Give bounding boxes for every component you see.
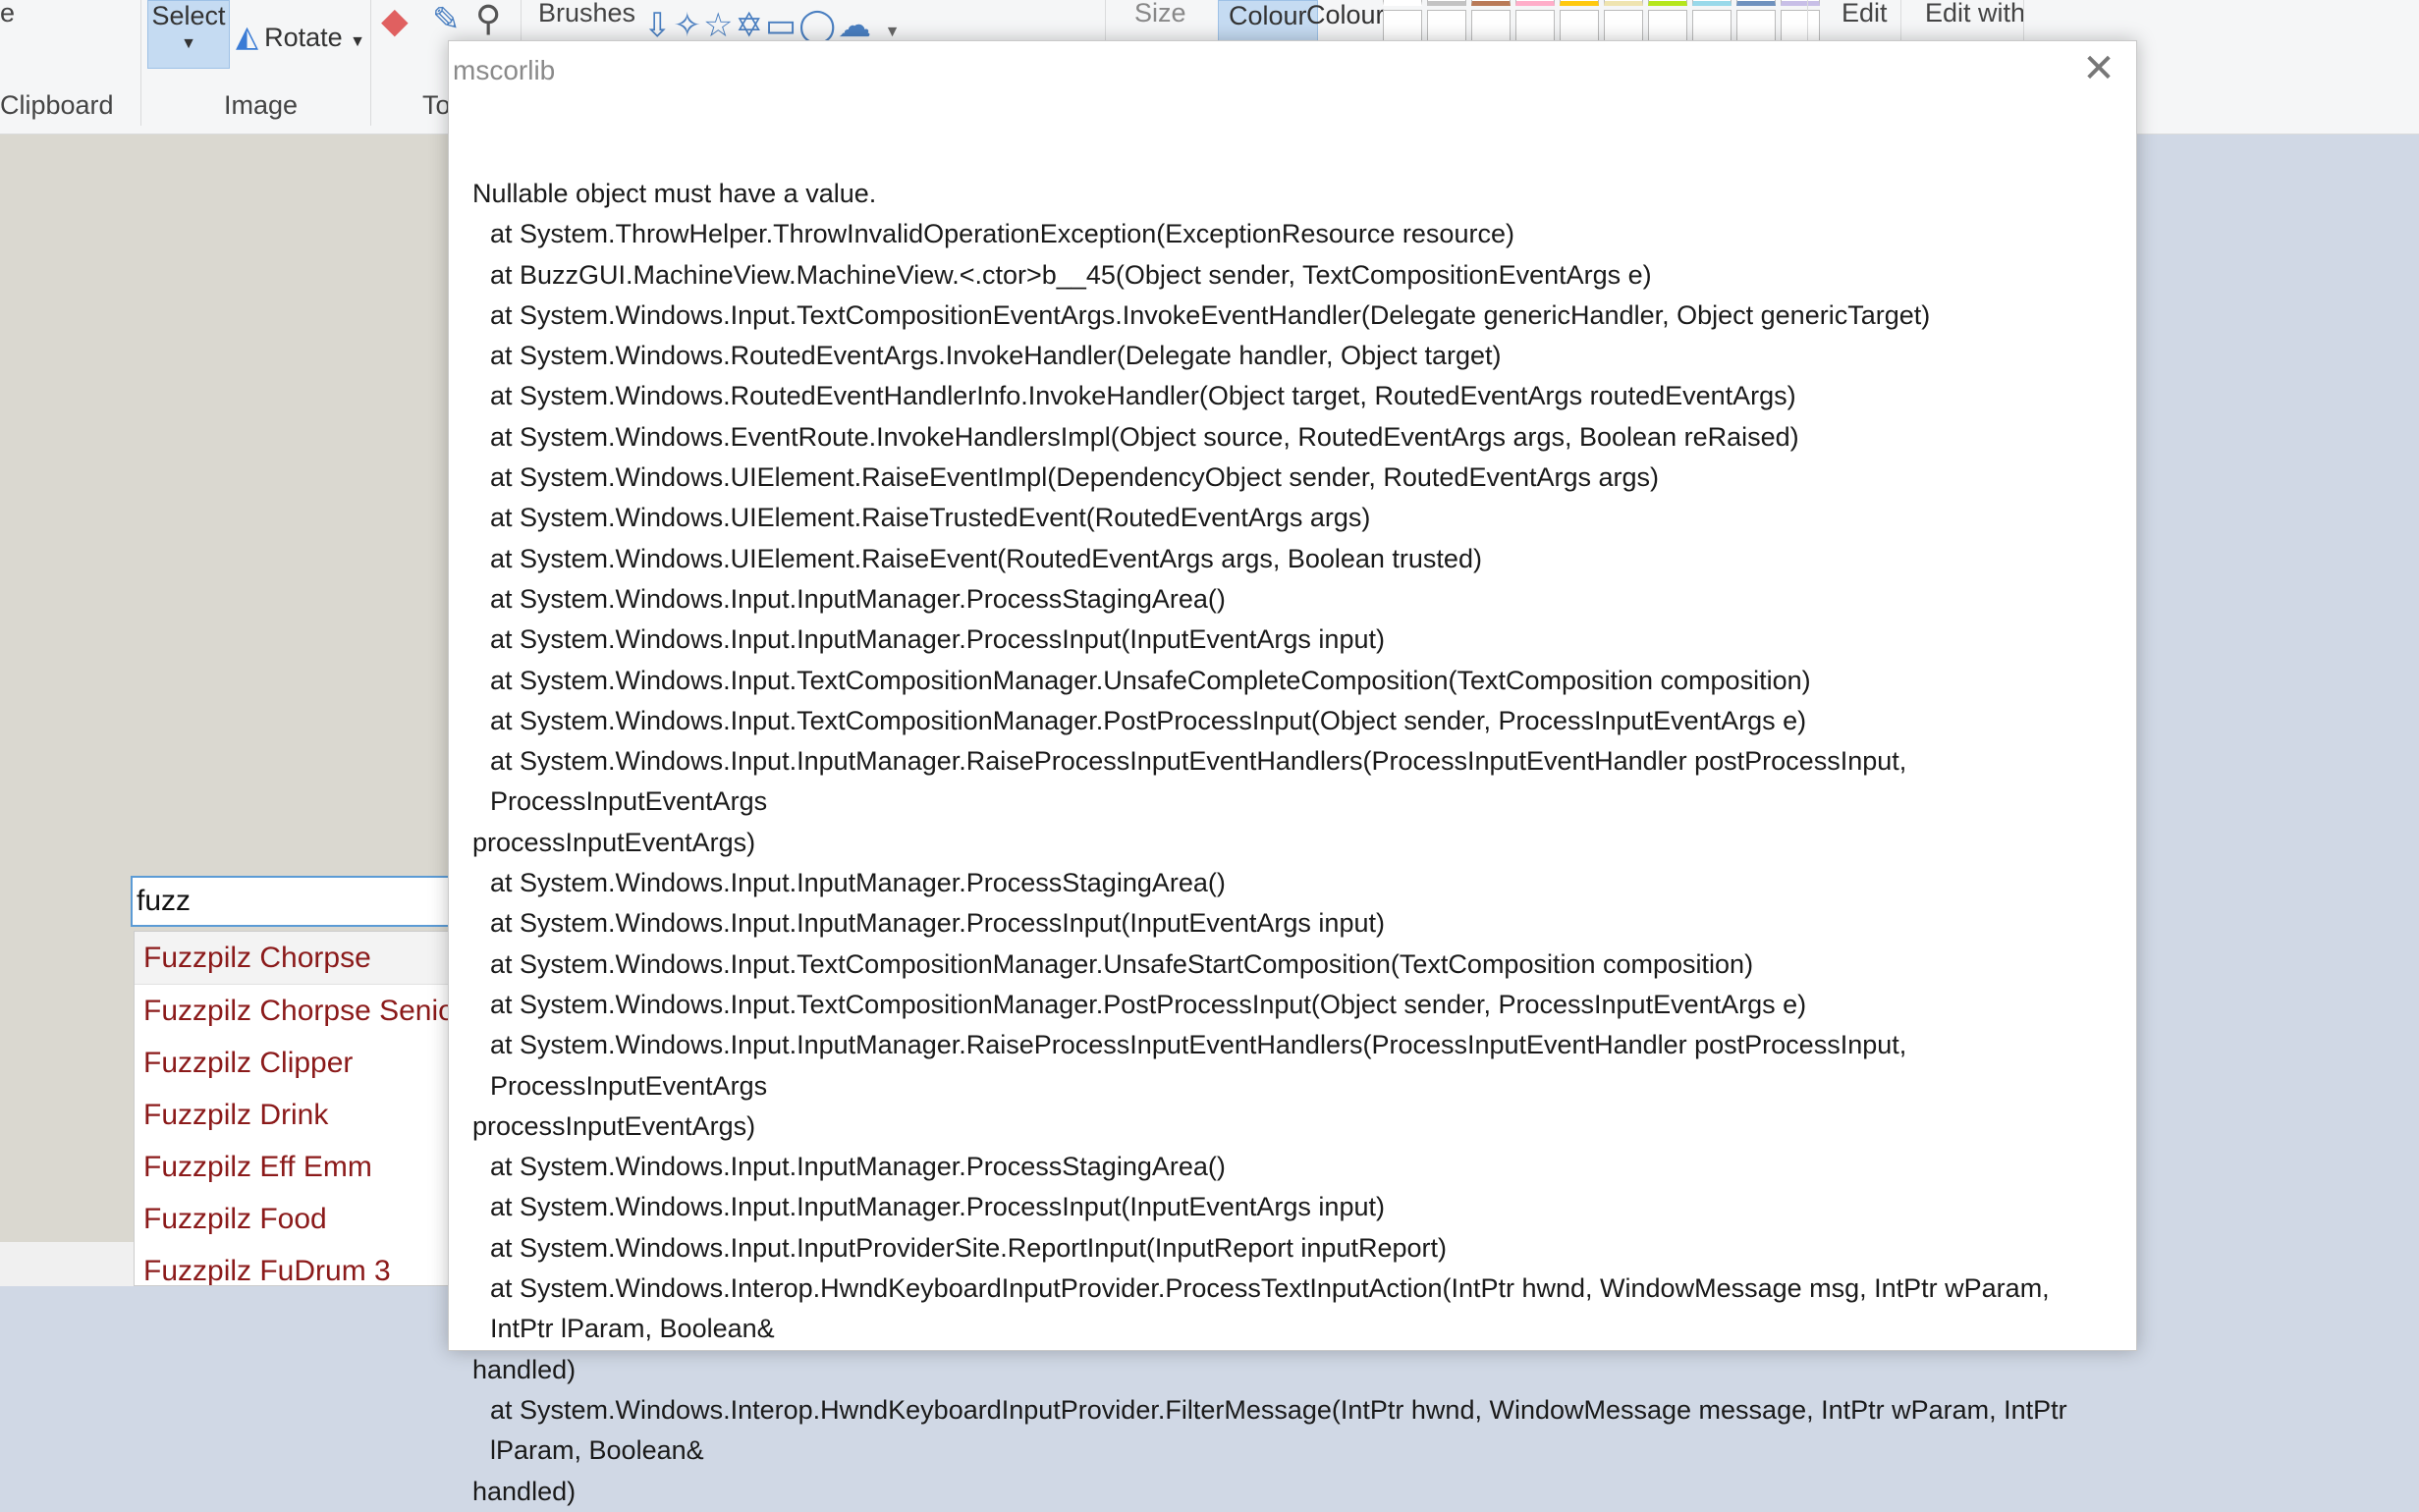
stack-trace-line: at BuzzGUI.MachineView.MachineView.<.cto… (490, 259, 1652, 290)
exception-message: Nullable object must have a value. at Sys… (472, 174, 2113, 1512)
stack-trace-line: at System.Windows.UIElement.RaiseEvent(R… (490, 543, 1482, 573)
stack-trace-line: at System.Windows.Input.TextCompositionE… (490, 299, 1931, 330)
colour1-label: Colour (1229, 1, 1307, 30)
palette-swatch[interactable] (1648, 10, 1687, 43)
stack-trace-line: at System.Windows.Input.InputManager.Pro… (490, 868, 1226, 898)
suggestion-list: Fuzzpilz Chorpse Fuzzpilz Chorpse Senior… (134, 931, 458, 1286)
suggestion-item[interactable]: Fuzzpilz Food (135, 1193, 457, 1245)
stack-trace-line: at System.Windows.UIElement.RaiseTrusted… (490, 503, 1371, 533)
palette-swatch[interactable] (1515, 10, 1555, 43)
stack-trace-line: at System.Windows.Input.InputProviderSit… (490, 1232, 1447, 1263)
stack-trace-line: at System.Windows.RoutedEventArgs.Invoke… (490, 341, 1502, 371)
color-picker-icon[interactable]: ✎ (432, 0, 461, 39)
suggestion-item[interactable]: Fuzzpilz Chorpse (135, 932, 457, 985)
select-label: Select (151, 1, 226, 30)
image-group-label: Image (224, 90, 299, 120)
stack-trace-line: handled) (472, 1354, 577, 1384)
stack-trace-line: at System.Windows.Input.InputManager.Pro… (490, 908, 1385, 939)
eraser-icon[interactable]: ◆ (381, 0, 409, 41)
suggestion-item[interactable]: Fuzzpilz Drink (135, 1089, 457, 1141)
stack-trace-line: at System.Windows.Input.InputManager.Pro… (490, 1192, 1385, 1222)
palette-swatch[interactable] (1560, 10, 1599, 43)
palette-swatch[interactable] (1560, 0, 1599, 6)
stack-trace-line: at System.Windows.Input.TextCompositionM… (490, 705, 1807, 735)
clipboard-partial-label: e (0, 0, 16, 27)
select-button[interactable]: Select ▼ (147, 0, 230, 69)
palette-swatch[interactable] (1692, 0, 1732, 6)
size-button[interactable]: Size (1134, 0, 1186, 28)
palette-swatch[interactable] (1471, 10, 1511, 43)
ribbon-separator (140, 0, 141, 126)
cloud-shape-icon[interactable]: ☁ (838, 7, 873, 44)
stack-trace-line: at System.Windows.Input.InputManager.Pro… (490, 1152, 1226, 1182)
stack-trace-line: at System.Windows.Input.InputManager.Pro… (490, 583, 1226, 614)
colour2-label: Colour (1306, 0, 1385, 29)
star6-shape-icon[interactable]: ✡ (735, 7, 765, 44)
stack-trace-line: processInputEventArgs) (472, 827, 756, 857)
stack-trace-line: at System.Windows.Input.InputManager.Pro… (490, 624, 1385, 655)
callout-rect-shape-icon[interactable]: ▭ (765, 7, 798, 44)
rotate-label: Rotate (264, 23, 343, 52)
stack-trace-line: at System.Windows.Input.TextCompositionM… (490, 989, 1807, 1019)
palette-swatch[interactable] (1515, 0, 1555, 6)
palette-swatch[interactable] (1692, 10, 1732, 43)
close-icon[interactable]: ✕ (2079, 49, 2118, 88)
palette-swatch[interactable] (1736, 10, 1776, 43)
star4-shape-icon[interactable]: ✧ (674, 7, 704, 44)
stack-trace-line: at System.Windows.Interop.HwndKeyboardIn… (490, 1273, 2058, 1344)
suggestion-item[interactable]: Fuzzpilz Eff Emm (135, 1141, 457, 1193)
suggestion-item[interactable]: Fuzzpilz Chorpse Senior (135, 985, 457, 1037)
edit-colours-button[interactable]: Edit (1842, 0, 1888, 28)
stack-trace-line: at System.Windows.RoutedEventHandlerInfo… (490, 381, 1796, 411)
stack-trace-line: at System.Windows.Input.InputManager.Rai… (490, 746, 1914, 817)
chevron-down-icon: ▼ (350, 33, 365, 50)
magnifier-icon[interactable]: ⚲ (475, 0, 501, 39)
stack-trace-line: at System.Windows.Interop.HwndKeyboardIn… (490, 1394, 2075, 1466)
ribbon-separator (370, 0, 371, 126)
callout-oval-shape-icon[interactable]: ◯ (798, 7, 838, 44)
palette-swatch[interactable] (1427, 10, 1466, 43)
palette-swatch[interactable] (1383, 0, 1422, 6)
palette-swatch[interactable] (1427, 0, 1466, 6)
palette-swatch[interactable] (1781, 10, 1820, 43)
palette-swatch[interactable] (1383, 10, 1422, 43)
brushes-button[interactable]: Brushes (538, 0, 635, 28)
stack-trace-line: handled) (472, 1476, 577, 1506)
machine-search-input[interactable] (131, 876, 455, 927)
stack-trace-line: processInputEventArgs) (472, 1110, 756, 1141)
arrow-down-shape-icon[interactable]: ⇩ (643, 7, 674, 44)
dialog-title: mscorlib (453, 55, 556, 85)
suggestion-item[interactable]: Fuzzpilz Clipper (135, 1037, 457, 1089)
error-dialog: mscorlib ✕ Nullable object must have a v… (448, 40, 2137, 1506)
palette-swatch[interactable] (1604, 10, 1643, 43)
stack-trace-line: at System.Windows.Input.InputManager.Rai… (490, 1030, 1914, 1101)
rotate-button[interactable]: ◭ Rotate ▼ (236, 20, 365, 54)
stack-trace-line: at System.ThrowHelper.ThrowInvalidOperat… (490, 219, 1514, 249)
rotate-icon: ◭ (236, 21, 259, 53)
tools-partial-label: To (422, 90, 451, 120)
suggestion-item[interactable]: Fuzzpilz FuDrum 3 (135, 1245, 457, 1285)
palette-swatch[interactable] (1471, 0, 1511, 6)
edit-with-button[interactable]: Edit with (1925, 0, 2025, 28)
stack-trace-line: Nullable object must have a value. (472, 179, 877, 208)
colour2-button[interactable]: Colour (1296, 0, 1395, 41)
stack-trace-line: at System.Windows.Input.TextCompositionM… (490, 665, 1811, 695)
palette-swatch[interactable] (1648, 0, 1687, 6)
chevron-down-icon[interactable]: ▼ (885, 24, 903, 40)
stack-trace-line: at System.Windows.EventRoute.InvokeHandl… (490, 421, 1799, 452)
palette-swatch[interactable] (1736, 0, 1776, 6)
palette-swatch[interactable] (1781, 0, 1820, 6)
star5-shape-icon[interactable]: ☆ (703, 7, 735, 44)
clipboard-group-label: Clipboard (0, 90, 114, 120)
palette-swatch[interactable] (1604, 0, 1643, 6)
stack-trace-line: at System.Windows.UIElement.RaiseEventIm… (490, 462, 1660, 493)
chevron-down-icon: ▼ (181, 35, 196, 52)
shapes-gallery[interactable]: ⇩✧☆✡▭◯☁ ▼ (643, 6, 902, 45)
stack-trace-line: at System.Windows.Input.TextCompositionM… (490, 948, 1754, 979)
